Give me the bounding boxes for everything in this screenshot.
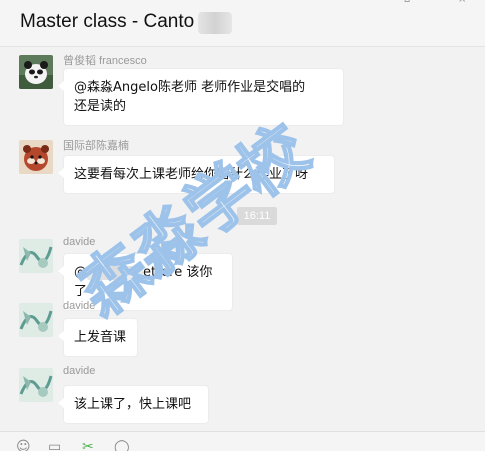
sender-name: davide	[63, 300, 96, 312]
avatar[interactable]	[19, 303, 53, 337]
redacted-mention	[87, 265, 143, 280]
message-text: 还是读的	[74, 99, 127, 114]
avatar[interactable]	[19, 239, 53, 273]
minimize-icon[interactable]: —	[430, 0, 440, 5]
pin-icon[interactable]: ⌂	[404, 0, 414, 5]
message-text: 这要看每次上课老师给你留什么作业了呀	[74, 167, 309, 182]
message-bubble[interactable]: 上发音课	[58, 318, 138, 357]
mention-symbol: @	[74, 265, 87, 280]
input-toolbar: ☺ ▭ ✂ ◯	[0, 431, 485, 451]
sender-name: davide	[63, 236, 96, 248]
message-bubble[interactable]: @森淼Angelo陈老师 老师作业是交唱的 还是读的	[58, 68, 344, 126]
emoji-icon[interactable]: ☺	[16, 440, 31, 451]
avatar[interactable]	[19, 368, 53, 402]
avatar[interactable]	[19, 55, 53, 89]
message-bubble[interactable]: 这要看每次上课老师给你留什么作业了呀	[58, 155, 335, 194]
sender-name: 曾俊韬 francesco	[63, 55, 147, 67]
avatar[interactable]	[19, 140, 53, 174]
message-bubble[interactable]: 该上课了，快上课吧	[58, 385, 209, 424]
redacted-member-count	[198, 12, 232, 34]
chat-history-icon[interactable]: ◯	[114, 440, 130, 451]
message-text: @森淼Angelo陈老师 老师作业是交唱的	[74, 80, 306, 95]
folder-icon[interactable]: ▭	[48, 440, 61, 451]
sender-name: 国际部陈嘉楠	[63, 140, 129, 152]
chat-header: Master class - Canto ⌂ — ×	[0, 0, 485, 47]
close-icon[interactable]: ×	[458, 0, 468, 5]
message-text: 该上课了，快上课吧	[74, 397, 192, 412]
scissors-icon[interactable]: ✂	[82, 440, 94, 451]
sender-name: davide	[63, 365, 96, 377]
chat-title: Master class - Canto	[20, 11, 195, 32]
time-divider: 16:11	[237, 207, 277, 225]
message-text: 上发音课	[74, 330, 127, 345]
